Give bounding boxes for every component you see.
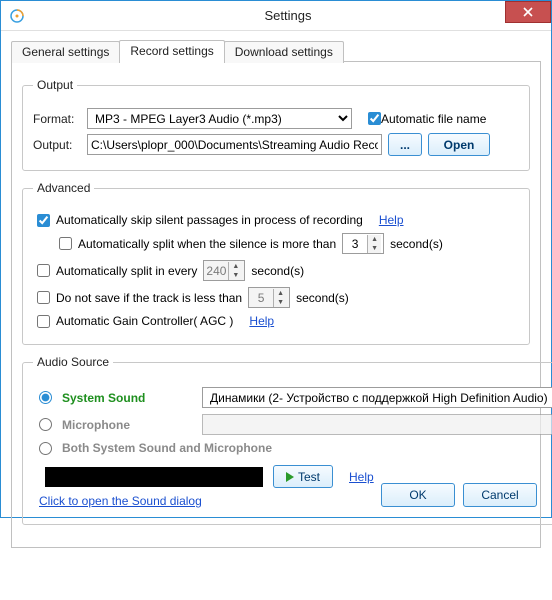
tab-strip: General settings Record settings Downloa… [11, 39, 541, 62]
content-area: General settings Record settings Downloa… [1, 31, 551, 600]
sound-dialog-link[interactable]: Click to open the Sound dialog [39, 494, 202, 508]
auto-filename-checkbox[interactable] [368, 112, 381, 125]
split-every-value[interactable] [204, 262, 228, 279]
seconds-label-3: second(s) [296, 291, 349, 305]
system-sound-label: System Sound [62, 391, 192, 405]
seconds-label-1: second(s) [390, 237, 443, 251]
skip-silent-checkbox[interactable] [37, 214, 50, 227]
spin-down-icon[interactable]: ▼ [273, 298, 287, 307]
audio-source-legend: Audio Source [33, 355, 113, 369]
not-save-label: Do not save if the track is less than [56, 291, 242, 305]
app-icon [9, 8, 25, 24]
split-silence-value[interactable] [343, 235, 367, 252]
spin-down-icon[interactable]: ▼ [228, 271, 242, 280]
skip-silent-help-link[interactable]: Help [379, 213, 404, 227]
both-label: Both System Sound and Microphone [62, 441, 272, 455]
window-title: Settings [25, 8, 551, 23]
test-help-link[interactable]: Help [349, 470, 374, 484]
system-sound-device-select[interactable]: Динамики (2- Устройство с поддержкой Hig… [202, 387, 552, 408]
browse-button[interactable]: ... [388, 133, 422, 156]
split-silence-label: Automatically split when the silence is … [78, 237, 336, 251]
spin-up-icon[interactable]: ▲ [367, 235, 381, 244]
split-silence-spin[interactable]: ▲▼ [342, 233, 384, 254]
tab-general[interactable]: General settings [11, 41, 120, 63]
tab-page-record: Output Format: MP3 - MPEG Layer3 Audio (… [11, 62, 541, 548]
title-bar: Settings [1, 1, 551, 31]
test-button[interactable]: Test [273, 465, 333, 488]
microphone-radio[interactable] [39, 418, 52, 431]
advanced-group: Advanced Automatically skip silent passa… [22, 181, 530, 345]
level-meter [45, 467, 263, 487]
test-label: Test [298, 470, 320, 484]
advanced-legend: Advanced [33, 181, 94, 195]
close-button[interactable] [505, 1, 551, 23]
output-group: Output Format: MP3 - MPEG Layer3 Audio (… [22, 78, 530, 171]
microphone-device-select [202, 414, 552, 435]
output-path-input[interactable] [87, 134, 382, 155]
split-every-checkbox[interactable] [37, 264, 50, 277]
not-save-checkbox[interactable] [37, 291, 50, 304]
output-legend: Output [33, 78, 77, 92]
auto-filename-label: Automatic file name [381, 112, 486, 126]
format-label: Format: [33, 112, 81, 126]
agc-label: Automatic Gain Controller( AGC ) [56, 314, 233, 328]
skip-silent-label: Automatically skip silent passages in pr… [56, 213, 363, 227]
agc-help-link[interactable]: Help [249, 314, 274, 328]
format-select[interactable]: MP3 - MPEG Layer3 Audio (*.mp3) [87, 108, 352, 129]
agc-checkbox[interactable] [37, 315, 50, 328]
system-sound-radio[interactable] [39, 391, 52, 404]
not-save-value[interactable] [249, 289, 273, 306]
dialog-footer: OK Cancel [381, 483, 537, 507]
spin-down-icon[interactable]: ▼ [367, 244, 381, 253]
split-every-label: Automatically split in every [56, 264, 197, 278]
open-button[interactable]: Open [428, 133, 490, 156]
play-icon [286, 472, 294, 482]
split-silence-checkbox[interactable] [59, 237, 72, 250]
ok-button[interactable]: OK [381, 483, 455, 507]
not-save-spin[interactable]: ▲▼ [248, 287, 290, 308]
split-every-spin[interactable]: ▲▼ [203, 260, 245, 281]
spin-up-icon[interactable]: ▲ [273, 289, 287, 298]
microphone-label: Microphone [62, 418, 192, 432]
spin-up-icon[interactable]: ▲ [228, 262, 242, 271]
output-label: Output: [33, 138, 81, 152]
tab-record[interactable]: Record settings [119, 40, 224, 62]
cancel-button[interactable]: Cancel [463, 483, 537, 507]
both-radio[interactable] [39, 442, 52, 455]
tab-download[interactable]: Download settings [224, 41, 344, 63]
seconds-label-2: second(s) [251, 264, 304, 278]
